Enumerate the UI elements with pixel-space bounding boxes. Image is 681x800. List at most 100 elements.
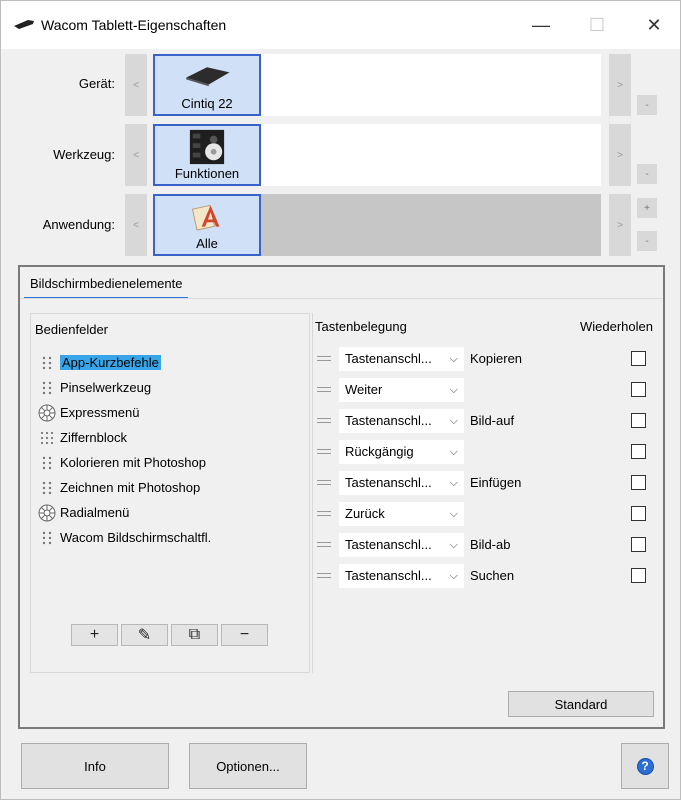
list-item[interactable]: Pinselwerkzeug [37,375,305,400]
application-tile-all[interactable]: Alle [153,194,261,256]
help-icon: ? [636,757,654,775]
action-select-value: Tastenanschl... [345,413,432,428]
chevron-down-icon: ⌵ [449,353,458,365]
drag-handle-icon[interactable] [317,354,331,364]
list-item-label: Wacom Bildschirmschaltfl. [60,530,212,545]
action-select[interactable]: Tastenanschl... ⌵ [339,471,464,495]
repeat-checkbox[interactable] [631,475,646,490]
info-button[interactable]: Info [21,743,169,789]
list-item-label: Zeichnen mit Photoshop [60,480,201,495]
settings-tab-group: Bildschirmbedienelemente Bedienfelder Ap… [18,265,665,729]
edit-panel-button[interactable]: ✎ [121,624,168,646]
functions-icon [189,129,225,165]
options-button[interactable]: Optionen... [189,743,307,789]
repeat-checkbox[interactable] [631,506,646,521]
drag-dots-icon [37,478,57,498]
drag-dots-icon [37,453,57,473]
assignment-row: Tastenanschl... ⌵ Bild-ab [313,533,658,557]
assignment-row: Weiter ⌵ [313,378,658,402]
repeat-checkbox[interactable] [631,413,646,428]
maximize-button[interactable]: ☐ [574,9,620,41]
tool-remove-button[interactable]: - [637,164,657,184]
wacom-pen-icon [14,20,34,29]
drag-handle-icon[interactable] [317,478,331,488]
repeat-checkbox[interactable] [631,537,646,552]
list-item-label: Kolorieren mit Photoshop [60,455,206,470]
application-add-button[interactable]: + [637,198,657,218]
list-item[interactable]: Ziffernblock [37,425,305,450]
device-label: Gerät: [78,76,115,91]
assignment-row: Tastenanschl... ⌵ Bild-auf [313,409,658,433]
drag-handle-icon[interactable] [317,540,331,550]
application-label: Anwendung: [42,217,115,232]
list-item[interactable]: Kolorieren mit Photoshop [37,450,305,475]
application-prev-button[interactable]: < [125,194,147,256]
action-select-value: Weiter [345,382,383,397]
close-button[interactable]: ✕ [631,9,677,41]
device-next-button[interactable]: > [609,54,631,116]
list-item[interactable]: Zeichnen mit Photoshop [37,475,305,500]
application-next-button[interactable]: > [609,194,631,256]
standard-button[interactable]: Standard [508,691,654,717]
action-select[interactable]: Weiter ⌵ [339,378,464,402]
action-select[interactable]: Zurück ⌵ [339,502,464,526]
action-select[interactable]: Tastenanschl... ⌵ [339,347,464,371]
action-select-value: Tastenanschl... [345,537,432,552]
chevron-down-icon: ⌵ [449,477,458,489]
chevron-down-icon: ⌵ [449,539,458,551]
assignment-row: Tastenanschl... ⌵ Einfügen [313,471,658,495]
action-select-value: Rückgängig [345,444,414,459]
list-item-label: App-Kurzbefehle [60,355,161,370]
list-item[interactable]: Expressmenü [37,400,305,425]
list-item[interactable]: App-Kurzbefehle [37,350,305,375]
repeat-header: Wiederholen [580,319,653,334]
key-assignment-header: Tastenbelegung [315,319,407,334]
list-item[interactable]: Wacom Bildschirmschaltfl. [37,525,305,550]
device-tile-label: Cintiq 22 [181,96,233,111]
tab-on-screen-controls[interactable]: Bildschirmbedienelemente [24,273,189,299]
tool-prev-button[interactable]: < [125,124,147,186]
remove-panel-button[interactable]: − [221,624,268,646]
list-item-label: Radialmenü [60,505,130,520]
drag-handle-icon[interactable] [317,509,331,519]
chevron-down-icon: ⌵ [449,415,458,427]
drag-handle-icon[interactable] [317,385,331,395]
action-select[interactable]: Tastenanschl... ⌵ [339,409,464,433]
action-select[interactable]: Tastenanschl... ⌵ [339,564,464,588]
repeat-checkbox[interactable] [631,444,646,459]
device-tile-cintiq[interactable]: Cintiq 22 [153,54,261,116]
key-assignment-section: Tastenbelegung Wiederholen Tastenanschl.… [312,313,657,673]
tool-tile-functions[interactable]: Funktionen [153,124,261,186]
device-remove-button[interactable]: - [637,95,657,115]
tool-next-button[interactable]: > [609,124,631,186]
duplicate-panel-button[interactable]: ⧉ [171,624,218,646]
action-select[interactable]: Tastenanschl... ⌵ [339,533,464,557]
list-item-label: Pinselwerkzeug [60,380,152,395]
drag-dots-icon [37,353,57,373]
key-label: Bild-ab [470,537,511,552]
add-panel-button[interactable]: + [71,624,118,646]
chevron-down-icon: ⌵ [449,508,458,520]
assignment-row: Rückgängig ⌵ [313,440,658,464]
minimize-button[interactable]: — [518,9,564,41]
keypad-dots-icon [37,428,57,448]
list-item[interactable]: Radialmenü [37,500,305,525]
drag-handle-icon[interactable] [317,416,331,426]
panels-title: Bedienfelder [35,322,108,337]
device-prev-button[interactable]: < [125,54,147,116]
radial-menu-icon [37,403,57,423]
assignment-row: Tastenanschl... ⌵ Kopieren [313,347,658,371]
help-button[interactable]: ? [621,743,669,789]
panels-list: App-Kurzbefehle Pinselwerkzeug Expressme… [37,350,305,550]
drag-dots-icon [37,528,57,548]
action-select[interactable]: Rückgängig ⌵ [339,440,464,464]
title-bar: Wacom Tablett-Eigenschaften — ☐ ✕ [1,1,680,49]
application-tile-label: Alle [196,236,218,251]
drag-handle-icon[interactable] [317,571,331,581]
action-select-value: Tastenanschl... [345,351,432,366]
application-remove-button[interactable]: - [637,231,657,251]
repeat-checkbox[interactable] [631,568,646,583]
repeat-checkbox[interactable] [631,382,646,397]
repeat-checkbox[interactable] [631,351,646,366]
drag-handle-icon[interactable] [317,447,331,457]
